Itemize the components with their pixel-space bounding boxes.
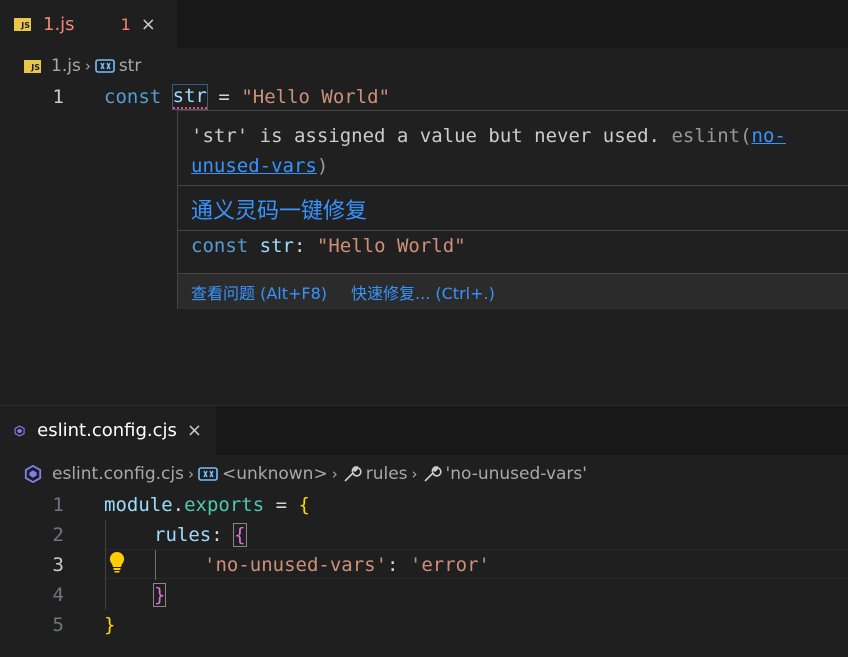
ai-fix-link[interactable]: 通义灵码一键修复: [191, 193, 367, 225]
line-number: 3: [52, 554, 64, 576]
code-line-1[interactable]: const str = "Hello World": [104, 82, 390, 112]
bottom-tab-bar: eslint.config.cjs ×: [0, 405, 848, 455]
view-problem-link[interactable]: 查看问题 (Alt+F8): [191, 280, 327, 304]
tab-1-js[interactable]: JS 1.js 1 ×: [0, 0, 177, 48]
breadcrumb: JS 1.js › str: [0, 51, 141, 81]
divider: [178, 185, 848, 186]
js-file-icon: JS: [14, 17, 31, 31]
chevron-right-icon: ›: [84, 57, 91, 75]
eslint-hexagon-icon: [24, 465, 42, 483]
wrench-icon: [344, 466, 362, 482]
line-number: 1: [52, 86, 64, 108]
tab-eslint-config[interactable]: eslint.config.cjs ×: [0, 406, 216, 455]
js-file-icon: JS: [24, 59, 41, 73]
breadcrumb-symbol[interactable]: str: [95, 56, 141, 76]
breadcrumb-file[interactable]: JS 1.js: [24, 56, 81, 76]
breadcrumb-rules[interactable]: rules: [342, 464, 408, 484]
problem-count-badge: 1: [120, 14, 131, 34]
chevron-right-icon: ›: [411, 465, 418, 483]
line-number: 2: [52, 524, 64, 546]
breadcrumb-file[interactable]: eslint.config.cjs: [24, 464, 184, 484]
indent-guide: [105, 520, 106, 610]
divider: [178, 230, 848, 231]
close-icon[interactable]: ×: [187, 420, 202, 441]
type-signature: const str: "Hello World": [191, 235, 466, 257]
eslint-hexagon-icon: [14, 424, 25, 437]
code-line-3[interactable]: 'no-unused-vars': 'error': [204, 550, 490, 580]
close-icon[interactable]: ×: [141, 14, 156, 35]
diagnostic-hover: 'str' is assigned a value but never used…: [177, 110, 848, 309]
variable-icon: [95, 59, 115, 73]
indent-guide: [155, 550, 156, 580]
breadcrumb: eslint.config.cjs › <unknown> › rules › …: [0, 459, 587, 489]
code-line-2[interactable]: rules: {: [154, 520, 247, 550]
hover-action-bar: 查看问题 (Alt+F8) 快速修复... (Ctrl+.): [178, 273, 848, 309]
tab-filename: 1.js: [43, 13, 75, 35]
variable-icon: [198, 467, 218, 481]
tab-filename: eslint.config.cjs: [37, 420, 177, 441]
chevron-right-icon: ›: [187, 465, 194, 483]
diagnostic-message: 'str' is assigned a value but never used…: [191, 125, 786, 177]
chevron-right-icon: ›: [331, 465, 338, 483]
breadcrumb-unknown[interactable]: <unknown>: [198, 464, 328, 484]
line-number: 5: [52, 614, 64, 636]
breadcrumb-rule[interactable]: 'no-unused-vars': [422, 464, 587, 484]
top-tab-bar: JS 1.js 1 ×: [0, 0, 848, 48]
code-line-4[interactable]: }: [152, 580, 167, 610]
lightbulb-icon[interactable]: [108, 551, 126, 573]
wrench-icon: [423, 466, 442, 482]
quick-fix-link[interactable]: 快速修复... (Ctrl+.): [351, 280, 495, 304]
unused-variable[interactable]: str: [171, 84, 208, 110]
code-line-1[interactable]: module. exports = {: [104, 490, 310, 520]
code-line-5[interactable]: }: [104, 610, 115, 640]
line-number: 1: [52, 494, 64, 516]
line-number: 4: [52, 584, 64, 606]
